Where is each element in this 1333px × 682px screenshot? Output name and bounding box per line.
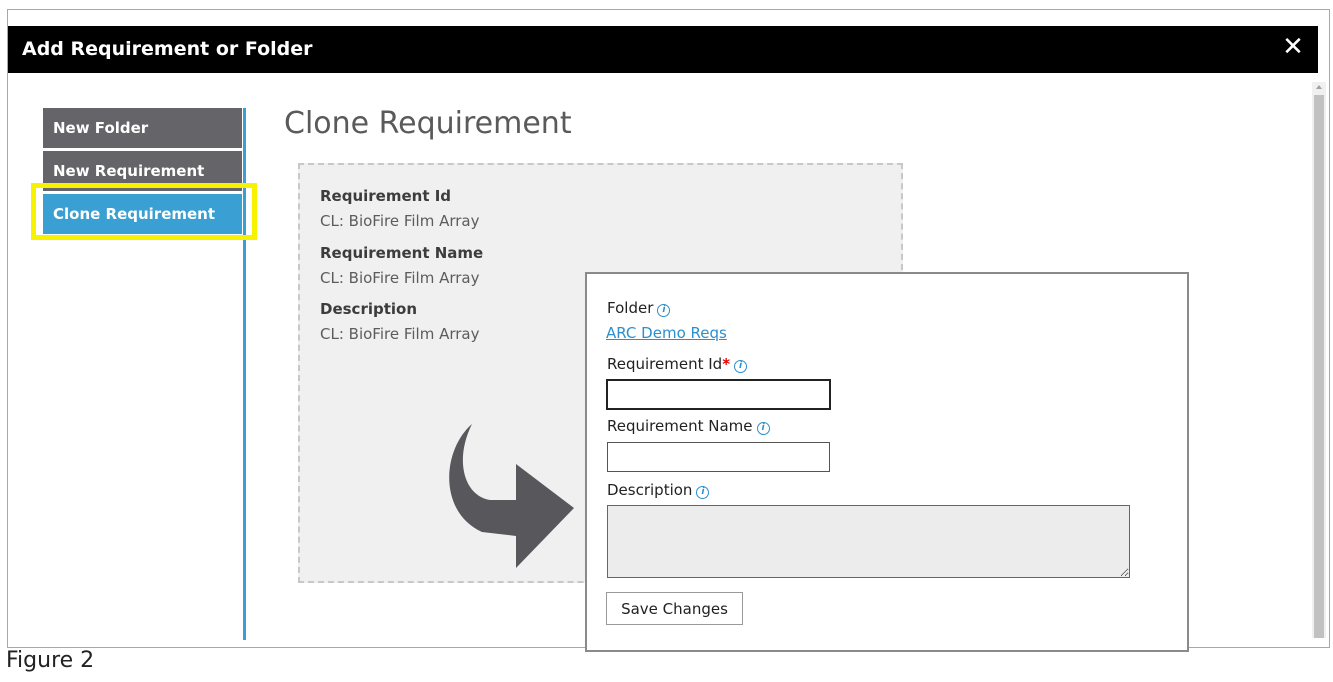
dialog-titlebar: Add Requirement or Folder ✕: [8, 26, 1318, 73]
info-icon[interactable]: i: [756, 422, 770, 435]
folder-label-text: Folder: [607, 299, 654, 317]
requirement-id-input[interactable]: [606, 379, 831, 410]
scroll-up-arrow-icon[interactable]: [1316, 85, 1322, 89]
info-icon[interactable]: i: [734, 360, 748, 373]
source-description-value: CL: BioFire Film Array: [320, 325, 480, 343]
description-textarea[interactable]: [607, 505, 1130, 578]
source-req-id-label: Requirement Id: [320, 187, 452, 205]
sidebar-item-new-folder[interactable]: New Folder: [43, 108, 242, 148]
curved-arrow-icon: [449, 424, 574, 568]
source-req-name-label: Requirement Name: [320, 244, 484, 262]
info-icon[interactable]: i: [696, 486, 710, 499]
req-name-label-text: Requirement Name: [607, 417, 753, 435]
req-id-label: Requirement Id* i: [607, 355, 748, 373]
info-icon[interactable]: i: [657, 304, 671, 317]
req-name-label: Requirement Name i: [607, 417, 770, 435]
source-req-id-value: CL: BioFire Film Array: [320, 212, 480, 230]
highlight-box: [31, 183, 257, 240]
source-req-name-value: CL: BioFire Film Array: [320, 269, 480, 287]
requirement-name-input[interactable]: [607, 442, 830, 472]
vertical-scrollbar[interactable]: [1312, 82, 1326, 638]
dialog-title: Add Requirement or Folder: [22, 38, 313, 60]
description-label: Description i: [607, 481, 710, 499]
page-title: Clone Requirement: [284, 106, 572, 141]
description-label-text: Description: [607, 481, 693, 499]
source-description-label: Description: [320, 300, 418, 318]
folder-label: Folder i: [607, 299, 671, 317]
figure-caption: Figure 2: [6, 648, 95, 673]
required-marker: *: [722, 355, 731, 373]
req-id-label-text: Requirement Id: [607, 355, 723, 373]
close-icon[interactable]: ✕: [1278, 32, 1308, 62]
save-changes-button[interactable]: Save Changes: [606, 592, 743, 625]
scrollbar-thumb[interactable]: [1314, 95, 1324, 638]
folder-link[interactable]: ARC Demo Reqs: [606, 324, 727, 342]
